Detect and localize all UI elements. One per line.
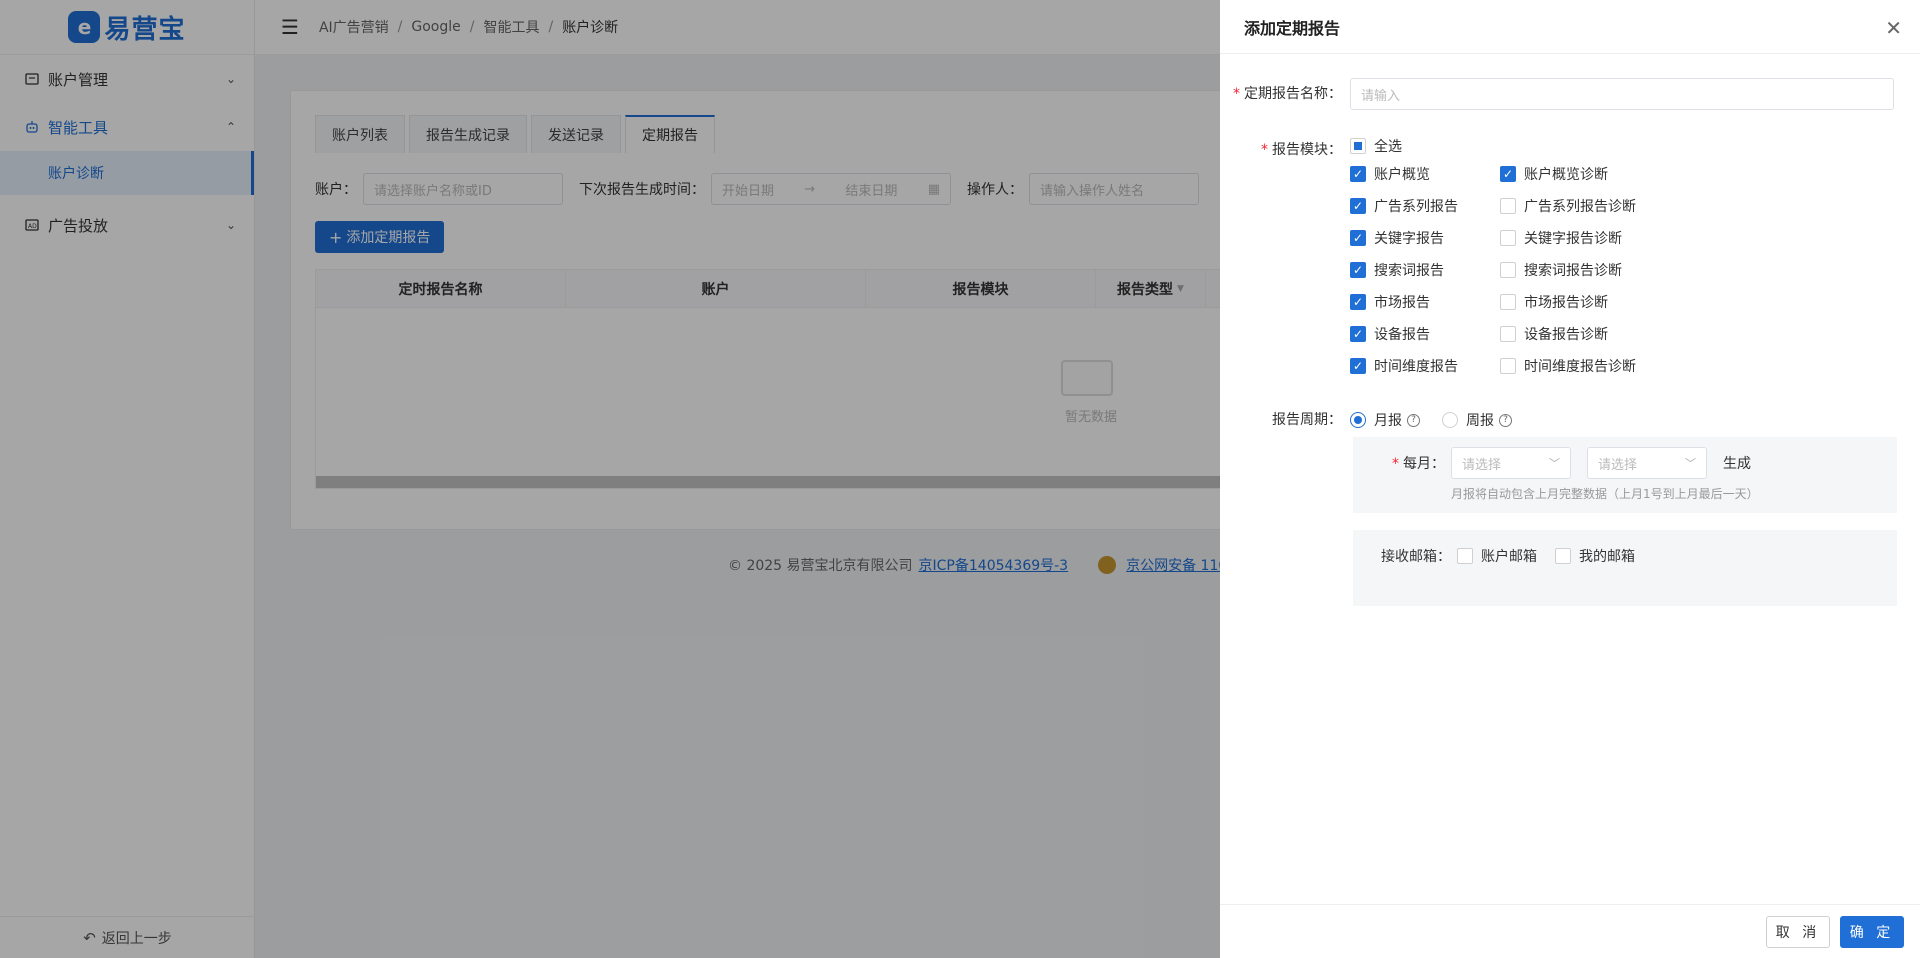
report-modules-row: * 报告模块： 全选 ✓ 账户概览 ✓ 账户概览诊断 ✓ 广告系列报告 广告系列报告诊断 ✓ 关键… xyxy=(1220,134,1700,382)
period-radio-group: 月报 ? 周报 ? xyxy=(1350,404,1512,436)
select-placeholder: 请选择 xyxy=(1462,457,1502,473)
select-all-checkbox[interactable]: 全选 xyxy=(1350,134,1402,158)
module-checkbox[interactable]: 搜索词报告诊断 xyxy=(1500,254,1700,286)
chevron-down-icon: ﹀ xyxy=(1685,457,1696,470)
checkbox-empty-icon xyxy=(1500,198,1516,214)
module-label: 市场报告诊断 xyxy=(1524,295,1608,311)
report-name-input[interactable]: 请输入 xyxy=(1350,78,1894,110)
checkbox-checked-icon: ✓ xyxy=(1350,294,1366,310)
month-day-select[interactable]: 请选择 ﹀ xyxy=(1451,447,1571,479)
period-weekly-label: 周报 xyxy=(1466,413,1494,429)
module-checkbox[interactable]: ✓ 时间维度报告 xyxy=(1350,350,1500,382)
report-name-label: * 定期报告名称： xyxy=(1233,86,1342,102)
module-label: 广告系列报告 xyxy=(1374,199,1458,215)
module-checkbox[interactable]: 关键字报告诊断 xyxy=(1500,222,1700,254)
module-label: 广告系列报告诊断 xyxy=(1524,199,1636,215)
period-monthly-label: 月报 xyxy=(1374,413,1402,429)
module-label: 市场报告 xyxy=(1374,295,1430,311)
checkbox-empty-icon xyxy=(1500,294,1516,310)
checkbox-checked-icon: ✓ xyxy=(1350,326,1366,342)
help-icon[interactable]: ? xyxy=(1499,413,1512,427)
cancel-button[interactable]: 取 消 xyxy=(1766,916,1830,948)
module-checkbox[interactable]: ✓ 关键字报告 xyxy=(1350,222,1500,254)
monthly-day-row: * 每月： 请选择 ﹀ 请选择 ﹀ 生成 xyxy=(1353,447,1751,479)
module-label: 关键字报告 xyxy=(1374,231,1444,247)
select-all-label: 全选 xyxy=(1374,139,1402,155)
drawer-title: 添加定期报告 xyxy=(1244,18,1341,38)
module-checkbox[interactable]: ✓ 广告系列报告 xyxy=(1350,190,1500,222)
drawer-header: 添加定期报告 ✕ xyxy=(1220,0,1920,54)
my-email-checkbox[interactable]: 我的邮箱 xyxy=(1555,540,1635,572)
period-monthly-radio[interactable]: 月报 ? xyxy=(1350,404,1420,436)
module-label: 账户概览 xyxy=(1374,167,1430,183)
radio-unselected-icon xyxy=(1442,412,1458,428)
report-name-row: * 定期报告名称： 请输入 xyxy=(1220,78,1894,110)
checkbox-checked-icon: ✓ xyxy=(1500,166,1516,182)
module-label: 账户概览诊断 xyxy=(1524,167,1608,183)
select-placeholder: 请选择 xyxy=(1598,457,1638,473)
my-email-label: 我的邮箱 xyxy=(1579,549,1635,565)
module-checkbox[interactable]: 设备报告诊断 xyxy=(1500,318,1700,350)
checkbox-empty-icon xyxy=(1500,326,1516,342)
checkbox-empty-icon xyxy=(1500,262,1516,278)
checkbox-empty-icon xyxy=(1500,230,1516,246)
module-label: 时间维度报告诊断 xyxy=(1524,359,1636,375)
module-checkbox[interactable]: ✓ 市场报告 xyxy=(1350,286,1500,318)
generate-text: 生成 xyxy=(1723,456,1751,472)
module-checkbox[interactable]: ✓ 搜索词报告 xyxy=(1350,254,1500,286)
module-label: 搜索词报告诊断 xyxy=(1524,263,1622,279)
checkbox-empty-icon xyxy=(1500,358,1516,374)
period-weekly-radio[interactable]: 周报 ? xyxy=(1442,404,1512,436)
checkbox-indeterminate-icon xyxy=(1350,138,1366,154)
monthly-hint: 月报将自动包含上月完整数据（上月1号到上月最后一天） xyxy=(1451,487,1759,501)
module-label: 关键字报告诊断 xyxy=(1524,231,1622,247)
add-report-drawer: 添加定期报告 ✕ * 定期报告名称： 请输入 * 报告模块： 全选 ✓ 账户概览 ✓ 账户… xyxy=(1220,0,1920,958)
monthly-label: * 每月： xyxy=(1392,456,1445,472)
email-row: 接收邮箱： 账户邮箱 我的邮箱 xyxy=(1381,540,1635,572)
help-icon[interactable]: ? xyxy=(1407,413,1420,427)
monthly-settings-panel: * 每月： 请选择 ﹀ 请选择 ﹀ 生成 月报将自动包含上月完整数据（上月1号到上… xyxy=(1353,437,1897,513)
module-checkbox[interactable]: ✓ 账户概览诊断 xyxy=(1500,158,1700,190)
account-email-checkbox[interactable]: 账户邮箱 xyxy=(1457,540,1537,572)
module-checkbox[interactable]: ✓ 设备报告 xyxy=(1350,318,1500,350)
checkbox-empty-icon xyxy=(1457,548,1473,564)
report-period-label: 报告周期： xyxy=(1272,412,1342,428)
module-label: 设备报告诊断 xyxy=(1524,327,1608,343)
drawer-footer: 取 消 确 定 xyxy=(1220,904,1920,958)
confirm-button[interactable]: 确 定 xyxy=(1840,916,1904,948)
modules-grid: ✓ 账户概览 ✓ 账户概览诊断 ✓ 广告系列报告 广告系列报告诊断 ✓ 关键字报告 关键字报告诊断… xyxy=(1350,158,1700,382)
module-checkbox[interactable]: 市场报告诊断 xyxy=(1500,286,1700,318)
module-label: 搜索词报告 xyxy=(1374,263,1444,279)
module-label: 时间维度报告 xyxy=(1374,359,1458,375)
module-checkbox[interactable]: 时间维度报告诊断 xyxy=(1500,350,1700,382)
checkbox-checked-icon: ✓ xyxy=(1350,262,1366,278)
report-period-row: 报告周期： 月报 ? 周报 ? xyxy=(1220,404,1512,436)
module-checkbox[interactable]: 广告系列报告诊断 xyxy=(1500,190,1700,222)
checkbox-checked-icon: ✓ xyxy=(1350,166,1366,182)
radio-selected-icon xyxy=(1350,412,1366,428)
module-checkbox[interactable]: ✓ 账户概览 xyxy=(1350,158,1500,190)
report-modules-label: * 报告模块： xyxy=(1261,142,1342,158)
module-label: 设备报告 xyxy=(1374,327,1430,343)
close-icon[interactable]: ✕ xyxy=(1885,16,1902,40)
checkbox-checked-icon: ✓ xyxy=(1350,198,1366,214)
checkbox-checked-icon: ✓ xyxy=(1350,358,1366,374)
checkbox-empty-icon xyxy=(1555,548,1571,564)
month-time-select[interactable]: 请选择 ﹀ xyxy=(1587,447,1707,479)
modules-group: 全选 ✓ 账户概览 ✓ 账户概览诊断 ✓ 广告系列报告 广告系列报告诊断 ✓ 关键字报告 关键字报… xyxy=(1350,134,1700,382)
chevron-down-icon: ﹀ xyxy=(1549,457,1560,470)
email-panel: 接收邮箱： 账户邮箱 我的邮箱 xyxy=(1353,530,1897,606)
email-label: 接收邮箱： xyxy=(1381,549,1451,565)
account-email-label: 账户邮箱 xyxy=(1481,549,1537,565)
checkbox-checked-icon: ✓ xyxy=(1350,230,1366,246)
